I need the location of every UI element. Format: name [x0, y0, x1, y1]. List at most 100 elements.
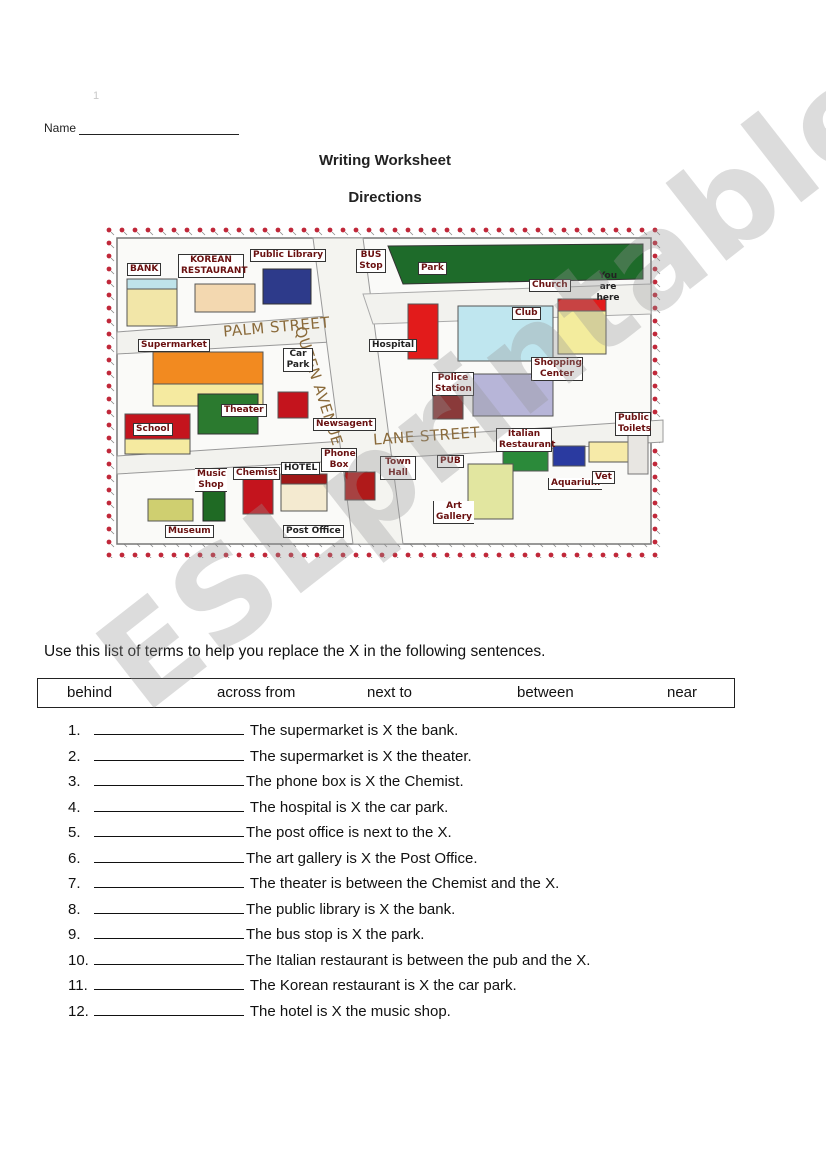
term-next-to: next to	[367, 684, 413, 701]
question-item: 3. The phone box is X the Chemist.	[68, 771, 464, 790]
question-text: The bus stop is X the park.	[246, 926, 425, 943]
question-item: 1. The supermarket is X the bank.	[68, 720, 458, 739]
answer-blank[interactable]	[94, 975, 244, 990]
answer-blank[interactable]	[94, 950, 244, 965]
map-label-car-park-text: Car Park	[286, 349, 310, 370]
town-map: PALM STREET QUEEN AVENUE LANE STREET BAN…	[103, 224, 665, 558]
map-label-police-station: Police Station	[432, 372, 474, 396]
question-number: 10.	[68, 951, 89, 969]
map-label-hospital: Hospital	[369, 339, 418, 352]
map-label-public-library: Public Library	[250, 249, 327, 262]
map-label-public-toilets-text: Public Toilets	[618, 413, 652, 434]
map-label-bus-stop-text: BUS Stop	[359, 250, 383, 271]
map-label-newsagent: Newsagent	[313, 418, 376, 431]
map-label-church: Church	[529, 279, 571, 292]
map-label-phone-box-text: Phone Box	[324, 449, 356, 470]
term-near: near	[667, 684, 698, 701]
map-label-bank: BANK	[127, 263, 162, 276]
name-field: Name	[44, 121, 240, 135]
map-label-korean-restaurant-text: KOREAN RESTAURANT	[181, 255, 248, 276]
map-label-chemist: Chemist	[233, 467, 281, 480]
question-text: The Italian restaurant is between the pu…	[246, 951, 591, 969]
map-label-shopping-center-text: Shopping Center	[534, 358, 582, 379]
map-label-supermarket: Supermarket	[138, 339, 210, 352]
question-number: 6.	[68, 849, 81, 867]
answer-blank[interactable]	[94, 924, 244, 939]
question-text: The public library is X the bank.	[246, 900, 456, 918]
map-label-vet: Vet	[592, 471, 615, 484]
answer-blank[interactable]	[94, 899, 244, 914]
question-text: The supermarket is X the bank.	[246, 722, 459, 739]
question-item: 5. The post office is next to the X.	[68, 822, 452, 841]
question-text: The Korean restaurant is X the car park.	[246, 977, 517, 994]
question-number: 3.	[68, 773, 81, 790]
question-text: The theater is between the Chemist and t…	[246, 875, 560, 892]
map-label-public-toilets: Public Toilets	[615, 412, 651, 436]
term-between: between	[517, 684, 574, 701]
name-blank-line[interactable]	[79, 122, 240, 135]
answer-blank[interactable]	[94, 720, 244, 735]
map-label-bus-stop: BUS Stop	[356, 249, 386, 273]
name-label: Name	[44, 121, 77, 135]
answer-blank[interactable]	[94, 873, 244, 888]
question-number: 1.	[68, 722, 81, 739]
question-item: 8. The public library is X the bank.	[68, 899, 455, 918]
map-label-music-shop-text: Music Shop	[197, 469, 227, 490]
answer-blank[interactable]	[94, 771, 244, 786]
question-item: 11. The Korean restaurant is X the car p…	[68, 975, 517, 994]
question-number: 12.	[68, 1002, 89, 1020]
map-label-you-are-here: You are here	[590, 271, 626, 304]
map-label-hotel: HOTEL	[281, 462, 321, 475]
question-text: The art gallery is X the Post Office.	[246, 849, 478, 867]
worksheet-subtitle: Directions	[348, 189, 422, 206]
question-text: The supermarket is X the theater.	[246, 747, 472, 765]
question-item: 4. The hospital is X the car park.	[68, 797, 448, 816]
map-label-art-gallery-text: Art Gallery	[436, 501, 473, 522]
question-text: The hospital is X the car park.	[246, 798, 449, 816]
map-label-town-hall: Town Hall	[380, 456, 416, 480]
answer-blank[interactable]	[94, 797, 244, 812]
term-across-from: across from	[217, 684, 296, 701]
question-text: The post office is next to the X.	[246, 824, 452, 841]
question-number: 5.	[68, 824, 81, 841]
question-number: 7.	[68, 875, 81, 892]
question-number: 9.	[68, 926, 81, 943]
map-label-phone-box: Phone Box	[321, 448, 357, 472]
map-label-italian-restaurant-text: Italian Restaurant	[499, 429, 556, 450]
question-number: 4.	[68, 798, 81, 816]
map-label-italian-restaurant: Italian Restaurant	[496, 428, 556, 452]
answer-blank[interactable]	[94, 746, 244, 761]
question-number: 11.	[68, 977, 88, 994]
question-number: 8.	[68, 900, 81, 918]
map-label-police-station-text: Police Station	[435, 373, 472, 394]
answer-blank[interactable]	[94, 1001, 244, 1016]
question-item: 10. The Italian restaurant is between the…	[68, 950, 590, 969]
map-label-korean-restaurant: KOREAN RESTAURANT	[178, 254, 248, 278]
map-label-art-gallery: Art Gallery	[433, 501, 474, 524]
instructions: Use this list of terms to help you repla…	[44, 643, 546, 660]
map-label-town-hall-text: Town Hall	[385, 457, 411, 478]
map-label-shopping-center: Shopping Center	[531, 357, 583, 381]
map-label-post-office: Post Office	[283, 525, 344, 538]
map-label-museum: Museum	[165, 525, 214, 538]
question-number: 2.	[68, 747, 81, 765]
map-label-music-shop: Music Shop	[195, 468, 227, 492]
map-label-you-are-here-text: You are here	[596, 271, 620, 303]
map-label-pub: PUB	[437, 455, 464, 468]
map-label-school: School	[133, 423, 173, 436]
answer-blank[interactable]	[94, 822, 244, 837]
map-label-club: Club	[512, 307, 541, 320]
question-item: 9. The bus stop is X the park.	[68, 924, 424, 943]
map-label-park: Park	[418, 262, 447, 275]
question-item: 2. The supermarket is X the theater.	[68, 746, 472, 765]
answer-blank[interactable]	[94, 848, 244, 863]
question-item: 12. The hotel is X the music shop.	[68, 1001, 451, 1020]
map-label-theater: Theater	[221, 404, 267, 417]
map-label-car-park: Car Park	[283, 348, 313, 372]
term-behind: behind	[67, 684, 113, 701]
question-text: The hotel is X the music shop.	[246, 1002, 451, 1020]
question-item: 6. The art gallery is X the Post Office.	[68, 848, 478, 867]
terms-box: behind across from next to between near	[37, 678, 735, 708]
worksheet-title: Writing Worksheet	[319, 152, 451, 169]
question-item: 7. The theater is between the Chemist an…	[68, 873, 559, 892]
